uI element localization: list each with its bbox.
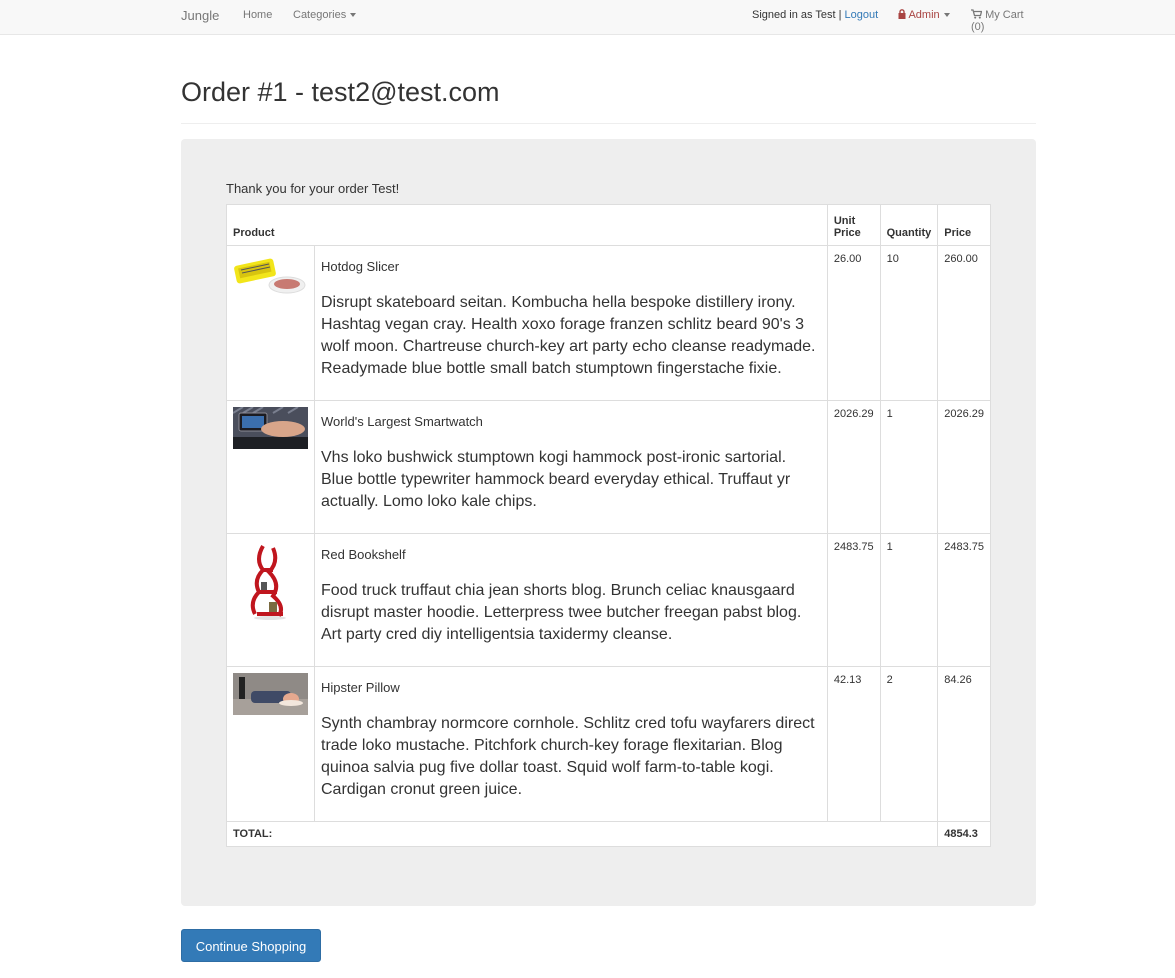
nav-categories-label: Categories — [293, 9, 347, 21]
hipster-pillow-image — [233, 673, 308, 715]
logout-link[interactable]: Logout — [845, 9, 879, 21]
header-unit-price-label: Unit Price — [833, 215, 861, 239]
total-label: TOTAL: — [225, 821, 939, 847]
product-details-cell: Red Bookshelf Food truck truffaut chia j… — [314, 533, 828, 667]
thank-you-message: Thank you for your order Test! — [226, 181, 400, 196]
nav-cart-link[interactable]: My Cart (0) — [971, 9, 1036, 33]
header-product: Product — [226, 204, 828, 246]
chevron-down-icon — [943, 13, 950, 18]
unit-price-cell: 2026.29 — [826, 400, 881, 534]
table-row: Hotdog Slicer Disrupt skateboard seitan.… — [226, 245, 991, 401]
total-value: 4854.3 — [937, 821, 991, 847]
product-description: Food truck truffaut chia jean shorts blo… — [321, 582, 802, 643]
quantity-cell: 1 — [879, 400, 939, 534]
price-cell: 84.26 — [937, 666, 991, 822]
quantity-cell: 2 — [879, 666, 939, 822]
continue-shopping-button[interactable]: Continue Shopping — [181, 929, 321, 962]
product-description: Synth chambray normcore cornhole. Schlit… — [321, 715, 815, 798]
order-table: Product Unit Price Quantity Price Hotdog… — [225, 204, 991, 847]
product-image-cell — [226, 400, 315, 534]
title-divider — [181, 123, 1036, 124]
nav-home-link[interactable]: Home — [243, 9, 272, 21]
price-cell: 2483.75 — [937, 533, 991, 667]
unit-price-cell: 2483.75 — [826, 533, 881, 667]
table-header-row: Product Unit Price Quantity Price — [226, 204, 991, 246]
hotdog-slicer-image — [233, 252, 308, 294]
nav-categories-dropdown[interactable]: Categories — [293, 9, 357, 21]
page-title: Order #1 - test2@test.com — [181, 77, 500, 107]
product-details-cell: World's Largest Smartwatch Vhs loko bush… — [314, 400, 828, 534]
product-description: Disrupt skateboard seitan. Kombucha hell… — [321, 294, 816, 377]
table-row: Red Bookshelf Food truck truffaut chia j… — [226, 533, 991, 667]
top-navbar: Jungle Home Categories Signed in as Test… — [0, 0, 1175, 35]
signed-in-status: Signed in as Test | Logout — [752, 9, 878, 21]
header-price: Price — [937, 204, 991, 246]
product-name: Hipster Pillow — [321, 680, 400, 695]
smartwatch-image — [233, 407, 308, 449]
cart-icon — [971, 9, 982, 19]
unit-price-cell: 26.00 — [826, 245, 881, 401]
table-row: Hipster Pillow Synth chambray normcore c… — [226, 666, 991, 822]
product-image-cell — [226, 666, 315, 822]
header-quantity: Quantity — [879, 204, 939, 246]
product-details-cell: Hipster Pillow Synth chambray normcore c… — [314, 666, 828, 822]
table-row: World's Largest Smartwatch Vhs loko bush… — [226, 400, 991, 534]
product-name: Red Bookshelf — [321, 547, 406, 562]
chevron-down-icon — [350, 13, 357, 18]
quantity-cell: 1 — [879, 533, 939, 667]
total-row: TOTAL: 4854.3 — [225, 821, 991, 847]
navbar-container: Jungle Home Categories Signed in as Test… — [181, 0, 1036, 34]
nav-admin-dropdown[interactable]: Admin — [898, 9, 950, 21]
lock-icon — [898, 9, 906, 19]
product-name: Hotdog Slicer — [321, 259, 400, 274]
price-cell: 260.00 — [937, 245, 991, 401]
product-details-cell: Hotdog Slicer Disrupt skateboard seitan.… — [314, 245, 828, 401]
nav-admin-label: Admin — [908, 9, 940, 21]
product-image-cell — [226, 245, 315, 401]
brand-link[interactable]: Jungle — [181, 8, 219, 23]
signed-in-text: Signed in as Test | — [752, 9, 845, 21]
price-cell: 2026.29 — [937, 400, 991, 534]
header-unit-price: Unit Price — [826, 204, 881, 246]
quantity-cell: 10 — [879, 245, 939, 401]
product-name: World's Largest Smartwatch — [321, 414, 483, 429]
unit-price-cell: 42.13 — [826, 666, 881, 822]
product-description: Vhs loko bushwick stumptown kogi hammock… — [321, 449, 791, 510]
red-bookshelf-image — [233, 540, 308, 620]
order-panel: Thank you for your order Test! Product U… — [181, 139, 1036, 906]
product-image-cell — [226, 533, 315, 667]
